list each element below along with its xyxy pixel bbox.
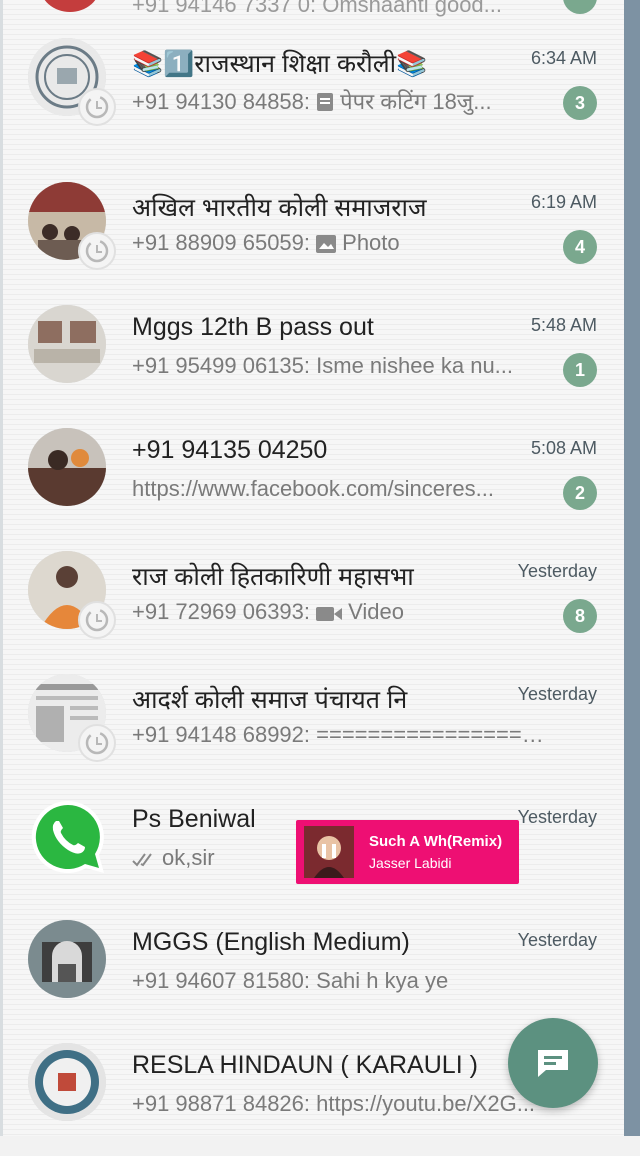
message-text: Isme nishee ka nu...: [316, 353, 514, 378]
track-artist: Jasser Labidi: [369, 855, 452, 871]
chat-preview: +91 72969 06393: Video: [132, 599, 552, 625]
chat-name: MGGS (English Medium): [132, 928, 410, 956]
track-title: Such A Wh(Remix): [369, 833, 503, 850]
chat-row[interactable]: राज कोली हितकारिणी महासभा Yesterday +91 …: [0, 541, 624, 664]
chat-time: 5:08 AM: [530, 438, 597, 458]
unread-badge: 8: [563, 599, 597, 633]
message-text: Photo: [342, 230, 400, 255]
album-art: [304, 826, 354, 878]
sender: +91 95499 06135:: [132, 353, 311, 378]
chat-name: 📚1️⃣राजस्थान शिक्षा करौली📚: [132, 50, 428, 78]
unread-badge: 2: [563, 476, 597, 510]
chat-name: RESLA HINDAUN ( KARAULI ): [132, 1051, 478, 1079]
chat-time: 6:34 AM: [530, 48, 597, 68]
sender: +91 88909 65059:: [132, 230, 311, 255]
chat-time: Yesterday: [517, 684, 597, 704]
sender: +91 94148 68992:: [132, 722, 311, 747]
avatar: [40, 0, 100, 12]
double-check-icon: [132, 853, 152, 867]
chat-preview: +91 94130 84858: पेपर कटिंग 18जु...: [132, 86, 552, 116]
video-icon: [316, 607, 343, 621]
chat-row-partial[interactable]: +91 94146 7337 0: Omshaanti good...: [0, 0, 624, 18]
chat-time: Yesterday: [517, 561, 597, 581]
sender: +91 94607 81580:: [132, 968, 311, 993]
sync-icon: [78, 232, 116, 270]
message-text: पेपर कटिंग 18जु...: [340, 89, 492, 114]
chat-row[interactable]: अखिल भारतीय कोली समाजराज 6:19 AM +91 889…: [0, 172, 624, 295]
sender: +91 98871 84826:: [132, 1091, 311, 1116]
chat-preview: +91 94607 81580: Sahi h kya ye: [132, 968, 552, 994]
frame-edge: [0, 0, 3, 1136]
chat-name: +91 94135 04250: [132, 436, 328, 464]
new-chat-icon: [538, 1050, 568, 1077]
avatar: [28, 428, 106, 506]
message-text: https://youtu.be/X2G...: [316, 1091, 536, 1116]
chat-row[interactable]: +91 94135 04250 5:08 AM https://www.face…: [0, 418, 624, 541]
chat-preview: https://www.facebook.com/sinceres...: [132, 476, 552, 502]
avatar: [28, 305, 106, 383]
chat-preview: +91 94148 68992: ==================...: [132, 722, 552, 748]
chat-time: 5:48 AM: [530, 315, 597, 335]
chat-preview: +91 94146 7337 0: Omshaanti good...: [132, 0, 503, 17]
unread-badge: 3: [563, 86, 597, 120]
sender: +91 94130 84858:: [132, 89, 311, 114]
avatar: [28, 1043, 106, 1121]
message-text: ==================...: [316, 722, 552, 747]
sender: +91 72969 06393:: [132, 599, 311, 624]
message-text: Video: [348, 599, 405, 624]
chat-time: Yesterday: [517, 807, 597, 827]
chat-time: 6:19 AM: [530, 192, 597, 212]
document-icon: [317, 93, 334, 111]
chat-name: Mggs 12th B pass out: [132, 313, 374, 341]
unread-badge: [563, 0, 597, 14]
photo-icon: [316, 235, 337, 253]
chat-row[interactable]: Mggs 12th B pass out 5:48 AM +91 95499 0…: [0, 295, 624, 418]
chat-name: राज कोली हितकारिणी महासभा: [132, 563, 414, 591]
chat-row[interactable]: आदर्श कोली समाज पंचायत नि Yesterday +91 …: [0, 664, 624, 787]
message-text: ok,sir: [162, 845, 215, 870]
message-text: https://www.facebook.com/sinceres...: [132, 476, 494, 501]
avatar: [28, 920, 106, 998]
chat-name: आदर्श कोली समाज पंचायत नि: [132, 686, 408, 714]
sync-icon: [78, 724, 116, 762]
chat-preview: +91 95499 06135: Isme nishee ka nu...: [132, 353, 552, 379]
chat-list: +91 94146 7337 0: Omshaanti good... 📚1️⃣…: [0, 0, 624, 1136]
frame-edge: [624, 0, 640, 1136]
message-text: Sahi h kya ye: [316, 968, 449, 993]
chat-preview: +91 98871 84826: https://youtu.be/X2G...: [132, 1091, 552, 1117]
unread-badge: 1: [563, 353, 597, 387]
whatsapp-logo-icon: [31, 800, 105, 873]
chat-row[interactable]: MGGS (English Medium) Yesterday +91 9460…: [0, 910, 624, 1033]
unread-badge: 4: [563, 230, 597, 264]
new-chat-button[interactable]: [508, 1018, 598, 1108]
sync-icon: [78, 601, 116, 639]
sync-icon: [78, 88, 116, 126]
chat-preview: +91 88909 65059: Photo: [132, 230, 552, 256]
music-overlay[interactable]: Such A Wh(Remix) Jasser Labidi: [296, 820, 519, 884]
chat-name: अखिल भारतीय कोली समाजराज: [132, 194, 427, 222]
chat-row[interactable]: 📚1️⃣राजस्थान शिक्षा करौली📚 6:34 AM +91 9…: [0, 28, 624, 151]
chat-time: Yesterday: [517, 930, 597, 950]
